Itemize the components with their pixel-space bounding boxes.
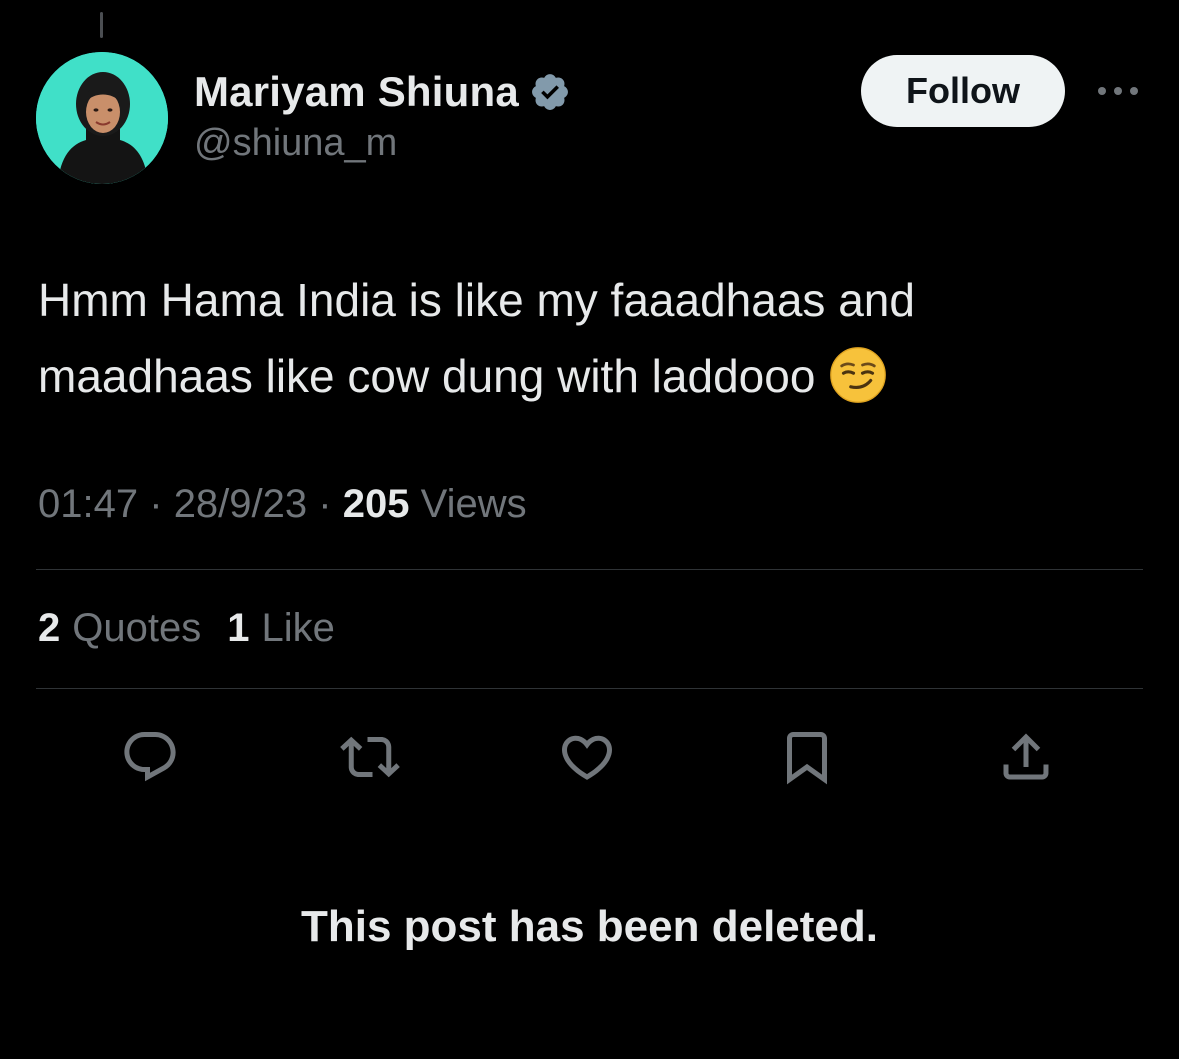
follow-button[interactable]: Follow [861, 55, 1065, 127]
tweet-date[interactable]: 28/9/23 [174, 482, 307, 526]
smirking-face-emoji [830, 346, 887, 403]
reply-button[interactable] [115, 722, 185, 792]
author-display-name[interactable]: Mariyam Shiuna [194, 68, 519, 116]
like-button[interactable] [552, 722, 622, 792]
share-icon [1003, 733, 1049, 780]
likes-count: 1 [227, 606, 250, 650]
retweet-icon [340, 736, 400, 778]
quotes-label: Quotes [72, 606, 202, 650]
like-icon [561, 735, 613, 780]
tweet-meta: 01:47 · 28/9/23 · 205 Views [38, 482, 527, 527]
quotes-stat[interactable]: 2 Quotes [38, 606, 201, 651]
divider [36, 688, 1143, 689]
tweet-time[interactable]: 01:47 [38, 482, 138, 526]
likes-label: Like [261, 606, 335, 650]
meta-separator: · [318, 482, 332, 526]
meta-separator: · [149, 482, 163, 526]
retweet-button[interactable] [335, 722, 405, 792]
divider [36, 569, 1143, 570]
tweet-text-line-2: maadhaas like cow dung with laddooo [38, 338, 1138, 414]
bookmark-button[interactable] [772, 722, 842, 792]
engagement-stats: 2 Quotes 1 Like [38, 606, 335, 651]
deleted-post-notice: This post has been deleted. [300, 902, 878, 951]
views-count: 205 [342, 482, 410, 526]
action-bar [0, 722, 1179, 792]
author-handle[interactable]: @shiuna_m [194, 122, 571, 165]
thread-connector-line [100, 12, 103, 38]
tweet-text: Hmm Hama India is like my faaadhaas and … [38, 262, 1138, 414]
author-info[interactable]: Mariyam Shiuna @shiuna_m [194, 64, 571, 165]
more-options-button[interactable] [1090, 74, 1146, 108]
avatar[interactable] [36, 52, 168, 184]
more-dots-icon [1098, 87, 1138, 95]
likes-stat[interactable]: 1 Like [227, 606, 335, 651]
reply-icon [124, 732, 176, 782]
verified-badge-icon [531, 74, 568, 110]
views-label: Views [420, 482, 527, 526]
avatar-image [36, 52, 168, 184]
bookmark-icon [787, 732, 827, 785]
share-button[interactable] [991, 722, 1061, 792]
quotes-count: 2 [38, 606, 61, 650]
tweet-text-line-2-text: maadhaas like cow dung with laddooo [38, 350, 816, 402]
tweet-text-line-1: Hmm Hama India is like my faaadhaas and [38, 274, 915, 326]
